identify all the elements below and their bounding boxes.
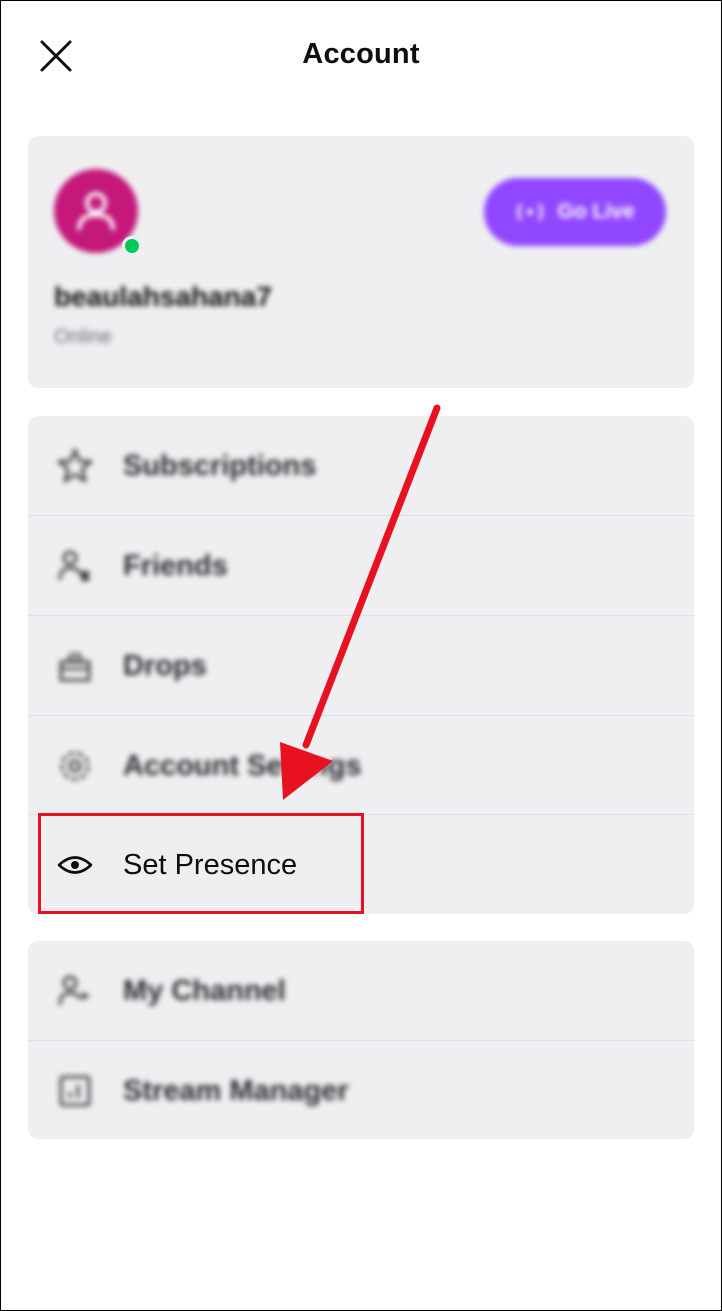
username: beaulahsahana7 xyxy=(54,281,272,312)
annotation-highlight-box xyxy=(38,813,364,914)
go-live-button[interactable]: Go Live xyxy=(484,178,666,246)
menu-item-label: Stream Manager xyxy=(123,1074,349,1107)
channel-menu: My Channel Stream Manager xyxy=(28,941,694,1139)
menu-item-friends[interactable]: Friends xyxy=(28,516,694,616)
menu-item-my-channel[interactable]: My Channel xyxy=(28,941,694,1041)
status-text: Online xyxy=(54,326,112,348)
page-title: Account xyxy=(302,38,420,70)
menu-item-label: Account Settings xyxy=(123,749,362,782)
friends-icon xyxy=(56,547,94,585)
stream-manager-icon xyxy=(56,1072,94,1110)
online-status-dot xyxy=(122,236,142,256)
star-icon xyxy=(56,447,94,485)
menu-item-label: Friends xyxy=(123,549,228,582)
channel-icon xyxy=(56,972,94,1010)
menu-item-subscriptions[interactable]: Subscriptions xyxy=(28,416,694,516)
gear-icon xyxy=(56,747,94,785)
gift-icon xyxy=(56,647,94,685)
user-icon xyxy=(77,192,115,231)
menu-item-label: Drops xyxy=(123,649,207,682)
menu-item-label: My Channel xyxy=(123,974,286,1007)
menu-item-label: Subscriptions xyxy=(123,449,317,482)
go-live-label: Go Live xyxy=(557,200,635,223)
profile-card: Go Live beaulahsahana7 Online xyxy=(28,136,694,388)
menu-item-drops[interactable]: Drops xyxy=(28,616,694,716)
broadcast-icon xyxy=(517,203,544,221)
menu-item-account-settings[interactable]: Account Settings xyxy=(28,716,694,816)
menu-item-stream-manager[interactable]: Stream Manager xyxy=(28,1041,694,1139)
